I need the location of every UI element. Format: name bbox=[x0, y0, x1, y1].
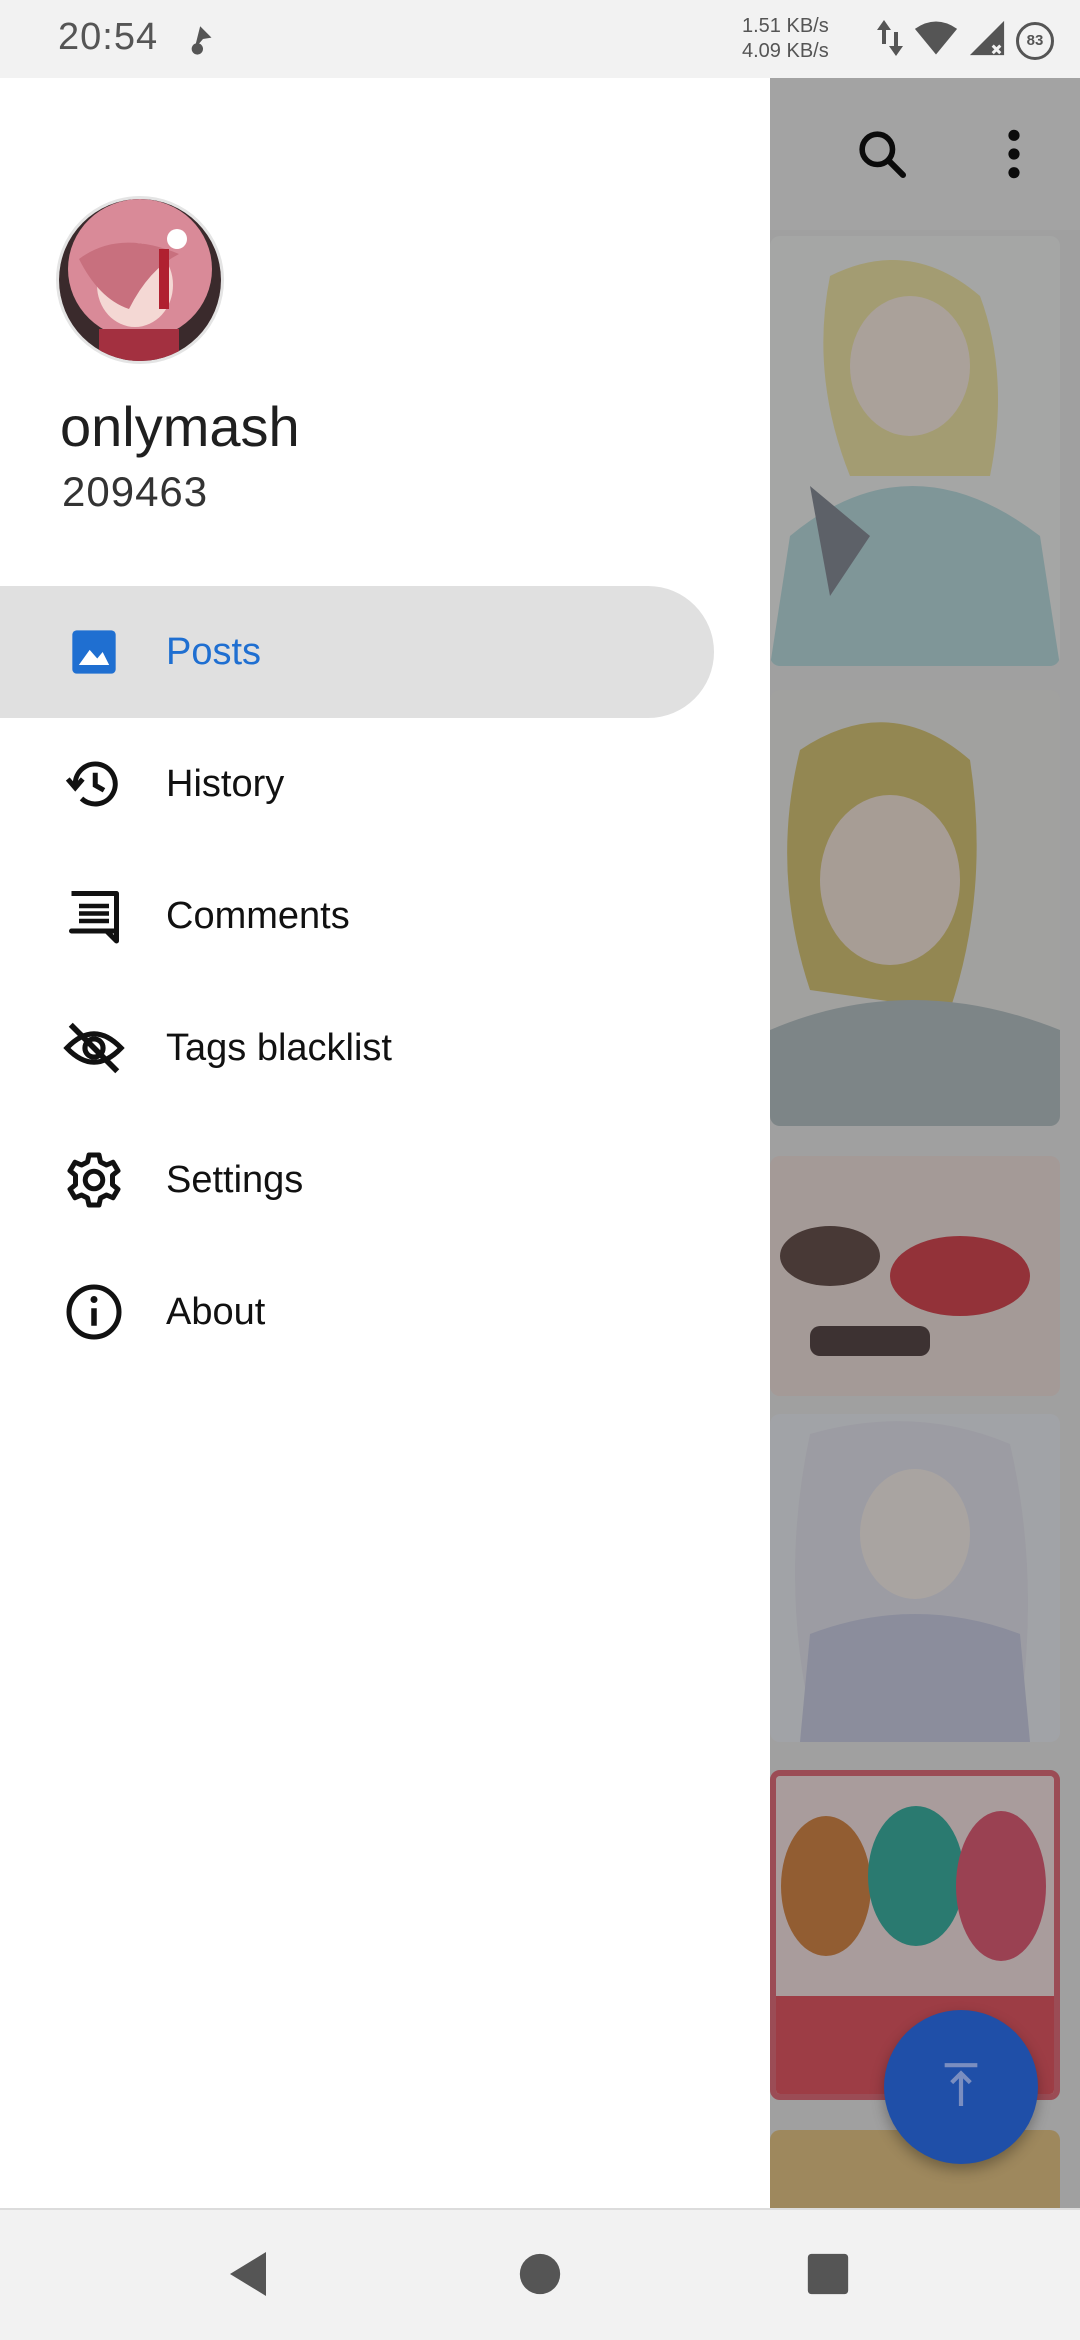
gear-icon bbox=[62, 1148, 126, 1212]
system-nav-bar bbox=[0, 2208, 1080, 2340]
menu-item-comments[interactable]: Comments bbox=[0, 850, 714, 982]
user-id: 209463 bbox=[62, 468, 209, 515]
battery-icon: 83 bbox=[1016, 21, 1054, 60]
menu-label-settings: Settings bbox=[166, 1158, 304, 1201]
menu-item-history[interactable]: History bbox=[0, 718, 714, 850]
scroll-to-top-icon bbox=[933, 2057, 989, 2118]
network-speed: 1.51 KB/s 4.09 KB/s bbox=[742, 14, 829, 64]
back-button[interactable] bbox=[216, 2244, 280, 2308]
image-icon bbox=[62, 620, 126, 684]
status-bar: 20:54 1.51 KB/s 4.09 KB/s 83 bbox=[0, 0, 1080, 78]
net-speed-up: 1.51 KB/s bbox=[742, 15, 829, 37]
menu-label-posts: Posts bbox=[166, 630, 262, 673]
menu-item-posts[interactable]: Posts bbox=[0, 586, 714, 718]
menu-item-settings[interactable]: Settings bbox=[0, 1114, 714, 1246]
menu-label-comments: Comments bbox=[166, 894, 350, 937]
menu-item-tags-blacklist[interactable]: Tags blacklist bbox=[0, 982, 714, 1114]
menu-label-about: About bbox=[166, 1290, 266, 1333]
back-icon bbox=[224, 2248, 272, 2305]
net-speed-down: 4.09 KB/s bbox=[742, 40, 829, 62]
history-icon bbox=[62, 752, 126, 816]
menu-label-history: History bbox=[166, 762, 285, 805]
recents-button[interactable] bbox=[796, 2244, 860, 2308]
navigation-icon bbox=[186, 20, 220, 63]
menu-label-tags-blacklist: Tags blacklist bbox=[166, 1026, 392, 1069]
drawer-menu: Posts History Comments Tags blacklist Se… bbox=[0, 586, 770, 1378]
status-icons: 83 bbox=[876, 16, 1054, 65]
eye-off-icon bbox=[62, 1016, 126, 1080]
recents-icon bbox=[806, 2252, 850, 2301]
menu-item-about[interactable]: About bbox=[0, 1246, 714, 1378]
battery-level: 83 bbox=[1026, 32, 1044, 49]
home-icon bbox=[518, 2252, 562, 2301]
cell-signal-icon bbox=[968, 19, 1006, 62]
scroll-to-top-button[interactable] bbox=[884, 2010, 1038, 2164]
navigation-drawer: onlymash 209463 Posts History Comments T… bbox=[0, 78, 770, 2208]
data-transfer-icon bbox=[876, 16, 904, 65]
username: onlymash bbox=[60, 395, 300, 458]
comment-icon bbox=[62, 884, 126, 948]
info-icon bbox=[62, 1280, 126, 1344]
home-button[interactable] bbox=[508, 2244, 572, 2308]
avatar[interactable] bbox=[56, 196, 224, 364]
status-time: 20:54 bbox=[58, 16, 159, 58]
wifi-icon bbox=[914, 19, 958, 62]
